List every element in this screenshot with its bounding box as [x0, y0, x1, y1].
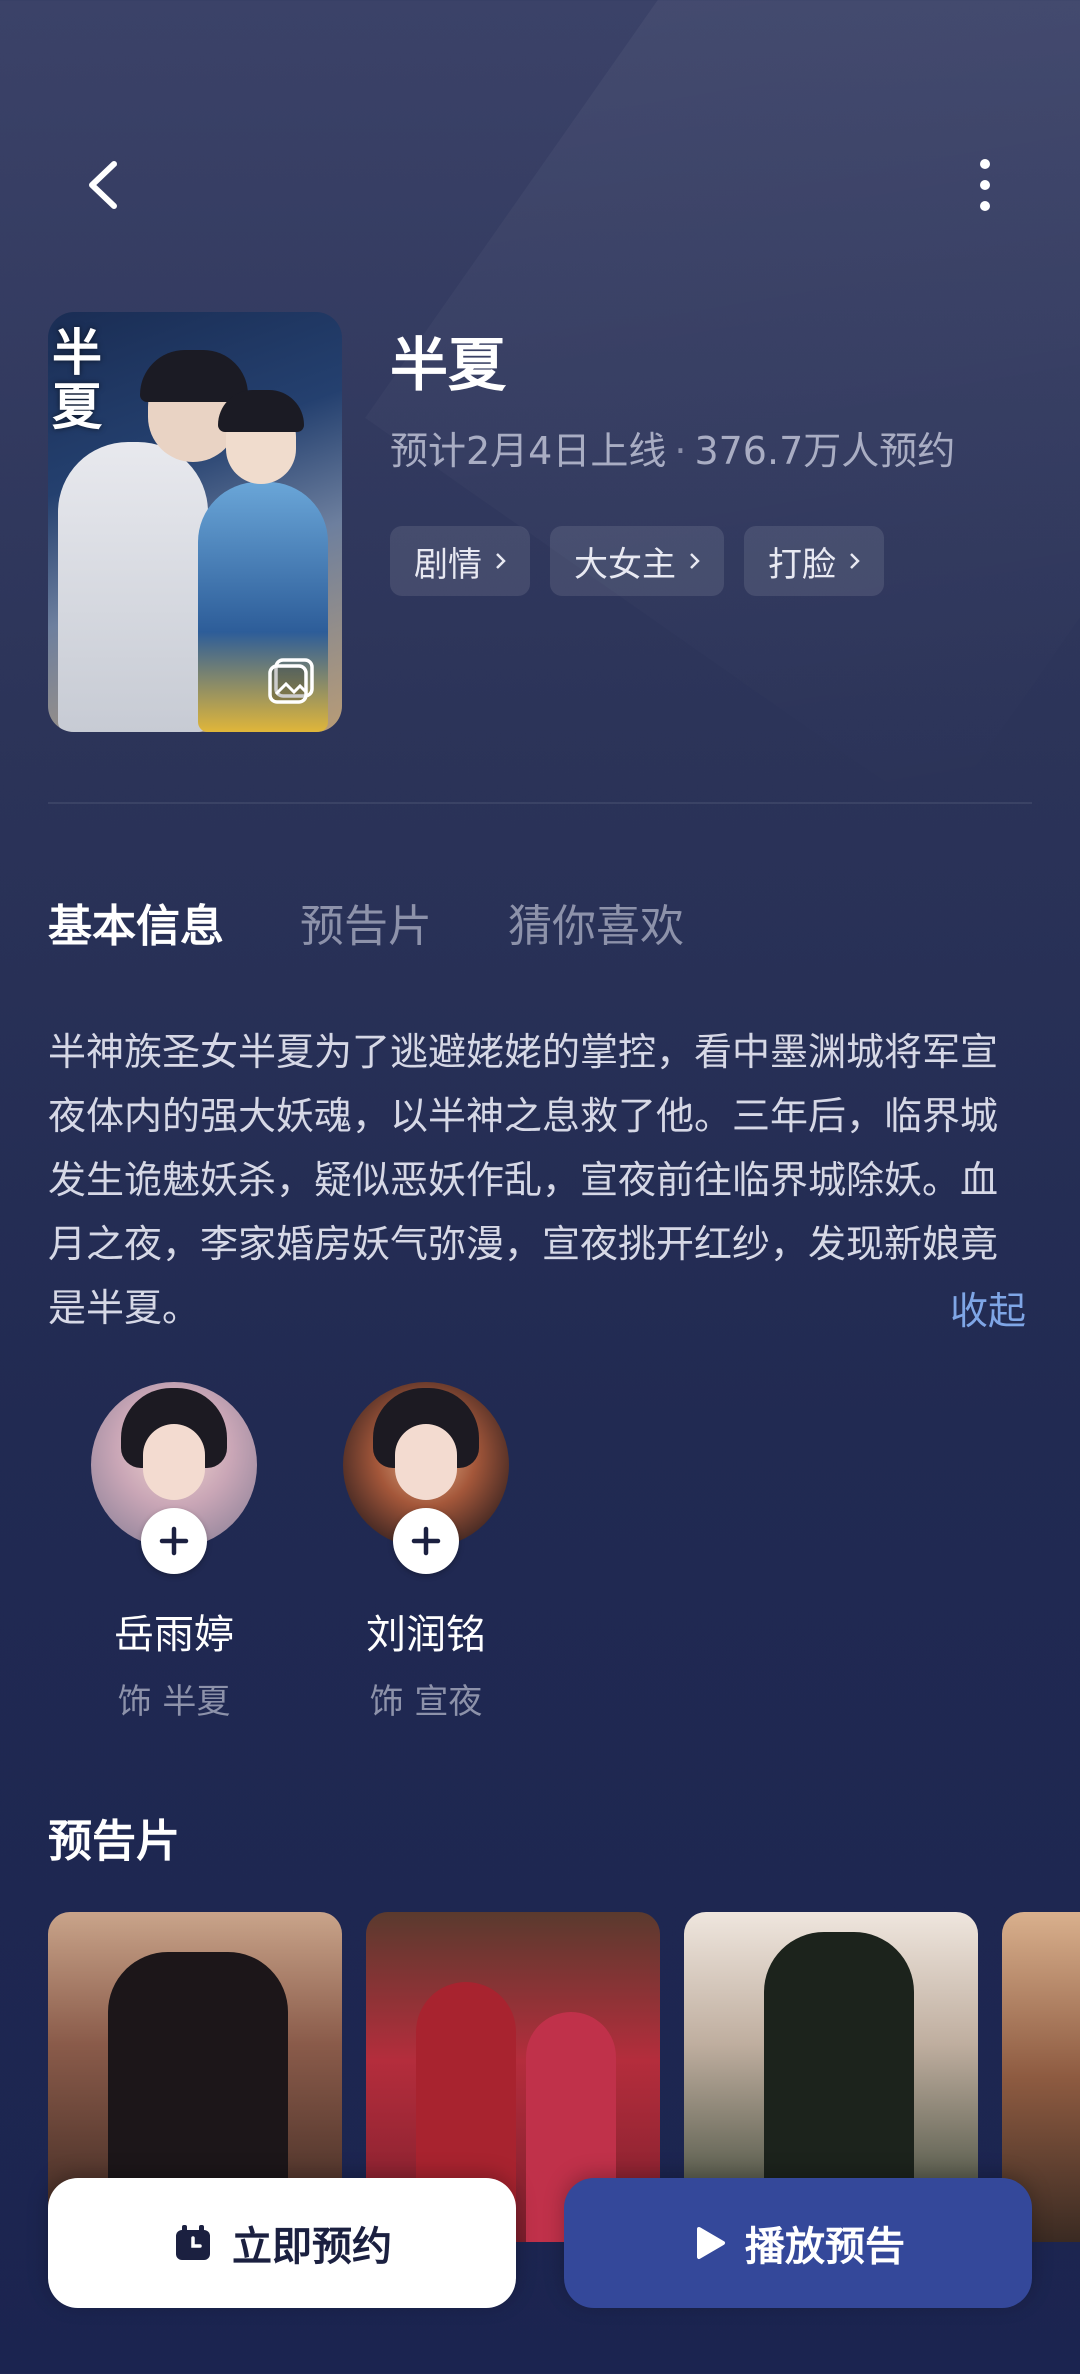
tab-trailers[interactable]: 预告片 — [300, 890, 432, 954]
poster-figure-male — [58, 442, 208, 732]
poster-title: 半夏 — [52, 323, 102, 436]
tag-drama[interactable]: 剧情 — [390, 526, 530, 596]
more-button[interactable] — [950, 150, 1020, 220]
cast-name: 岳雨婷 — [114, 1612, 234, 1658]
gallery-icon[interactable] — [266, 654, 318, 706]
chevron-right-icon — [496, 553, 506, 569]
play-label: 播放预告 — [745, 2224, 905, 2270]
follow-button[interactable] — [141, 1508, 207, 1574]
tag-face-slap[interactable]: 打脸 — [744, 526, 884, 596]
cast-name: 刘润铭 — [366, 1612, 486, 1658]
tag-list: 剧情 大女主 打脸 — [390, 526, 884, 596]
show-title: 半夏 — [390, 331, 507, 399]
chevron-right-icon — [850, 553, 860, 569]
tab-bar: 基本信息 预告片 猜你喜欢 — [48, 890, 684, 954]
tab-basic-info[interactable]: 基本信息 — [48, 890, 224, 954]
plus-icon — [411, 1526, 441, 1556]
more-vertical-icon — [980, 159, 990, 211]
collapse-link[interactable]: 收起 — [950, 1280, 1026, 1335]
tag-heroine[interactable]: 大女主 — [550, 526, 724, 596]
tab-recommendations[interactable]: 猜你喜欢 — [508, 890, 684, 954]
plus-icon — [159, 1526, 189, 1556]
follow-button[interactable] — [393, 1508, 459, 1574]
calendar-clock-icon — [176, 2225, 210, 2260]
cast-role: 饰 宣夜 — [369, 1682, 483, 1722]
cast-member[interactable]: 岳雨婷 饰 半夏 — [74, 1382, 274, 1723]
play-icon — [697, 2227, 725, 2259]
synopsis-text: 半神族圣女半夏为了逃避姥姥的掌控，看中墨渊城将军宣夜体内的强大妖魂，以半神之息救… — [48, 1030, 999, 1330]
reservation-count: 376.7万人预约 — [694, 429, 956, 473]
separator: · — [674, 429, 687, 473]
release-info: 预计2月4日上线 · 376.7万人预约 — [390, 420, 955, 475]
cast-role: 饰 半夏 — [117, 1682, 231, 1722]
cast-member[interactable]: 刘润铭 饰 宣夜 — [326, 1382, 526, 1723]
release-date: 预计2月4日上线 — [390, 429, 667, 473]
divider — [48, 802, 1032, 804]
trailers-section-title: 预告片 — [48, 1816, 180, 1867]
reserve-label: 立即预约 — [232, 2224, 392, 2270]
background-sheen — [365, 0, 1080, 820]
reserve-button[interactable]: 立即预约 — [48, 2178, 516, 2308]
back-button[interactable] — [70, 150, 140, 220]
chevron-left-icon — [89, 161, 117, 209]
chevron-right-icon — [690, 553, 700, 569]
play-trailer-button[interactable]: 播放预告 — [564, 2178, 1032, 2308]
poster-image[interactable]: 半夏 — [48, 312, 342, 732]
